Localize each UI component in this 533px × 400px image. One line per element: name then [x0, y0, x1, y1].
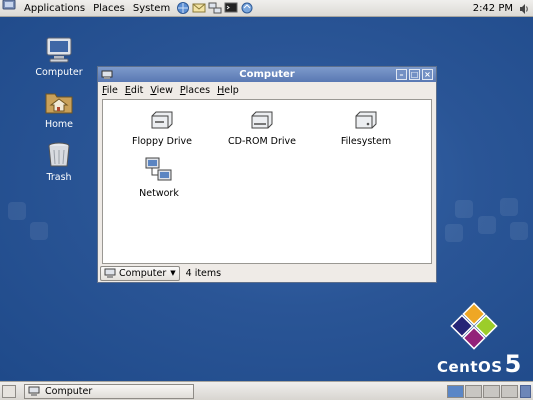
file-item-cdrom[interactable]: CD-ROM Drive [217, 110, 307, 147]
clock[interactable]: 2:42 PM [473, 3, 513, 14]
network-icon [145, 157, 172, 181]
menu-help[interactable]: Help [217, 85, 239, 96]
file-item-label: Network [139, 188, 179, 199]
workspace-4[interactable] [501, 385, 518, 398]
terminal-icon[interactable] [224, 2, 238, 14]
window-statusbar: Computer ▼ 4 items [98, 264, 436, 282]
chevron-down-icon: ▼ [170, 269, 176, 277]
location-dropdown[interactable]: Computer ▼ [100, 265, 180, 281]
file-item-label: Floppy Drive [132, 136, 192, 147]
notes-icon[interactable] [240, 2, 254, 14]
computer-icon [104, 268, 116, 278]
brand-name: CentOS [437, 358, 503, 376]
location-label: Computer [119, 267, 167, 279]
filesystem-icon [355, 111, 377, 129]
desktop-icon-home[interactable]: Home [29, 88, 89, 130]
file-view: Floppy Drive CD-ROM Drive Filesystem Net… [102, 99, 432, 264]
browser-icon[interactable] [176, 2, 190, 14]
brand-version: 5 [504, 350, 522, 378]
workspace-1[interactable] [447, 385, 464, 398]
desktop-icon-label: Computer [35, 67, 83, 78]
taskbar-item-computer[interactable]: Computer [24, 384, 194, 399]
floppy-drive-icon [151, 111, 173, 129]
workspace-2[interactable] [465, 385, 482, 398]
desktop-icon-trash[interactable]: Trash [29, 141, 89, 183]
cdrom-drive-icon [251, 111, 273, 129]
file-item-network[interactable]: Network [114, 156, 204, 199]
minimize-button[interactable]: – [396, 69, 407, 80]
desktop-icon-label: Home [44, 119, 74, 130]
computer-window: Computer – □ × File Edit View Places Hel… [97, 66, 437, 283]
file-item-label: Filesystem [340, 136, 392, 147]
network-icon[interactable] [208, 2, 222, 14]
window-titlebar[interactable]: Computer – □ × [98, 67, 436, 82]
menu-places[interactable]: Places [180, 85, 210, 96]
computer-icon [46, 37, 72, 63]
workspace-switcher [447, 385, 519, 398]
applications-icon[interactable] [0, 0, 20, 18]
menu-file[interactable]: File [102, 85, 118, 96]
menu-view[interactable]: View [150, 85, 173, 96]
window-title: Computer [239, 69, 295, 80]
volume-icon[interactable] [519, 3, 529, 15]
taskbar-item-label: Computer [45, 386, 93, 397]
file-item-floppy[interactable]: Floppy Drive [117, 110, 207, 147]
centos-brand: CentOS5 [437, 350, 522, 378]
desktop-icon-computer[interactable]: Computer [29, 36, 89, 78]
window-menubar: File Edit View Places Help [98, 82, 436, 98]
top-panel: Applications Places System 2:42 PM [0, 0, 533, 17]
maximize-button[interactable]: □ [409, 69, 420, 80]
mail-icon[interactable] [192, 2, 206, 14]
trash-icon [48, 142, 70, 167]
computer-icon [28, 386, 40, 396]
file-item-filesystem[interactable]: Filesystem [321, 110, 411, 147]
close-button[interactable]: × [422, 69, 433, 80]
system-menu[interactable]: System [129, 0, 174, 17]
item-count: 4 items [185, 267, 222, 279]
applications-menu[interactable]: Applications [20, 0, 89, 17]
desktop-icon-label: Trash [46, 172, 72, 183]
launcher-bar [176, 2, 256, 14]
workspace-3[interactable] [483, 385, 500, 398]
menu-edit[interactable]: Edit [125, 85, 143, 96]
show-desktop-button[interactable] [2, 385, 16, 398]
trash-applet-icon[interactable] [520, 385, 531, 398]
file-item-label: CD-ROM Drive [228, 136, 296, 147]
places-menu[interactable]: Places [89, 0, 129, 17]
bottom-panel: Computer [0, 381, 533, 400]
home-folder-icon [45, 93, 73, 114]
